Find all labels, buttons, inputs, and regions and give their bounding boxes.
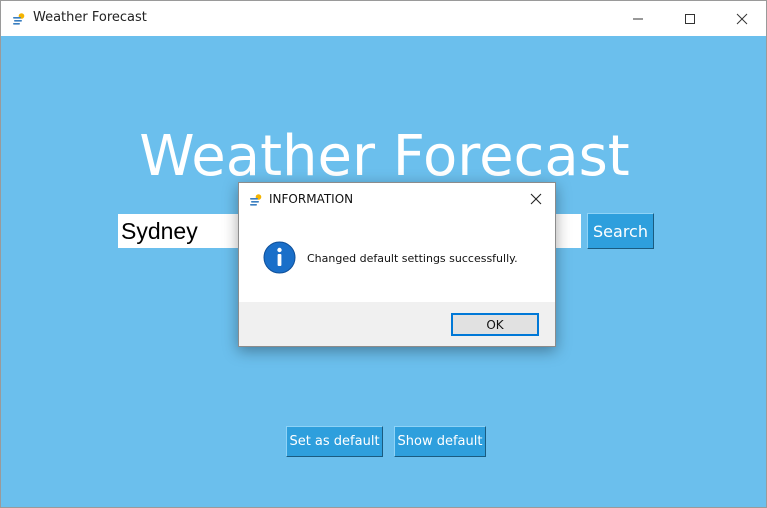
minimize-icon xyxy=(633,18,643,19)
page-title: Weather Forecast xyxy=(139,124,630,189)
info-icon xyxy=(263,241,296,274)
dialog-title-bar[interactable]: INFORMATION xyxy=(239,183,555,215)
title-bar[interactable]: Weather Forecast xyxy=(1,1,766,36)
weather-app-icon xyxy=(249,192,263,206)
close-icon xyxy=(530,193,542,205)
information-dialog: INFORMATION Changed default settings suc… xyxy=(238,182,556,347)
dialog-title: INFORMATION xyxy=(269,192,354,206)
maximize-icon xyxy=(685,13,695,24)
weather-app-icon xyxy=(12,11,26,25)
app-window: Weather Forecast Weather Forecast Search… xyxy=(0,0,767,508)
window-close-button[interactable] xyxy=(719,1,765,36)
dialog-message: Changed default settings successfully. xyxy=(307,252,518,265)
dialog-close-button[interactable] xyxy=(519,183,553,215)
set-as-default-button[interactable]: Set as default xyxy=(286,426,383,457)
minimize-button[interactable] xyxy=(615,1,661,36)
show-default-button[interactable]: Show default xyxy=(394,426,486,457)
maximize-button[interactable] xyxy=(667,1,713,36)
window-title: Weather Forecast xyxy=(33,10,147,25)
search-button[interactable]: Search xyxy=(587,213,654,249)
close-icon xyxy=(736,13,748,24)
ok-button[interactable]: OK xyxy=(451,313,539,336)
